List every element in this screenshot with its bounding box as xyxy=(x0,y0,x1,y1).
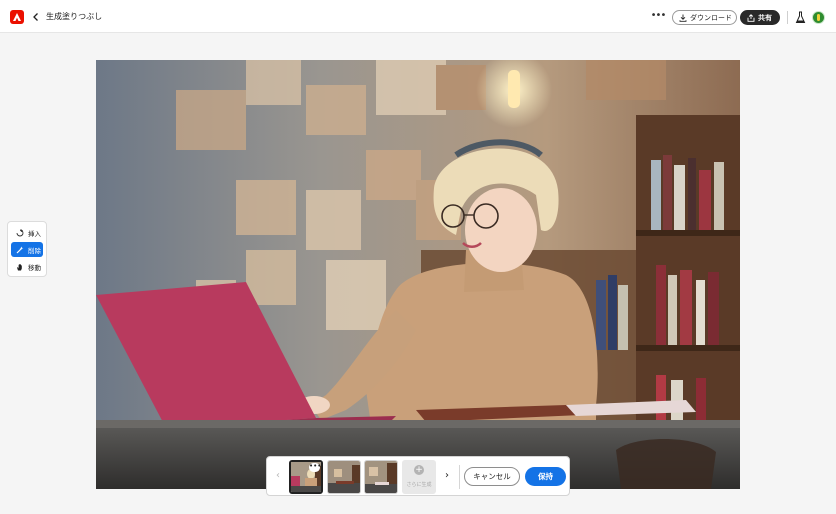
variation-thumbnail-3[interactable] xyxy=(364,460,398,494)
download-button[interactable]: ダウンロード xyxy=(672,10,737,25)
variation-thumbnail-2[interactable] xyxy=(327,460,361,494)
generation-bar: ‹ ••• + さらに生成 › キャンセル 保持 xyxy=(266,456,570,496)
header-divider xyxy=(787,11,788,24)
thumbnail-more-options[interactable]: ••• xyxy=(309,463,321,472)
share-label: 共有 xyxy=(758,13,772,22)
next-variation-chevron-icon[interactable]: › xyxy=(442,470,452,482)
variation-thumbnail-1[interactable]: ••• xyxy=(289,460,323,494)
user-avatar[interactable] xyxy=(812,11,825,24)
generate-more-label: さらに生成 xyxy=(406,482,432,488)
previous-variation-chevron-icon[interactable]: ‹ xyxy=(273,470,283,482)
download-icon xyxy=(679,14,687,22)
tool-remove[interactable]: 削除 xyxy=(11,242,43,257)
tool-move-label: 移動 xyxy=(28,263,41,272)
tool-insert[interactable]: 挿入 xyxy=(11,225,43,240)
page-title: 生成塗りつぶし xyxy=(46,12,103,21)
photo-canvas[interactable] xyxy=(96,60,740,489)
adobe-logo-icon[interactable] xyxy=(10,10,24,24)
tool-panel: 挿入 削除 移動 xyxy=(7,221,47,277)
top-bar: 生成塗りつぶし ••• ダウンロード 共有 xyxy=(0,0,836,33)
tool-remove-label: 削除 xyxy=(28,246,41,255)
more-options-button[interactable]: ••• xyxy=(650,10,667,24)
download-label: ダウンロード xyxy=(690,13,732,22)
keep-button[interactable]: 保持 xyxy=(525,467,566,486)
back-chevron-icon[interactable] xyxy=(30,10,42,24)
hand-icon xyxy=(17,263,22,270)
cancel-button[interactable]: キャンセル xyxy=(464,467,520,486)
remove-icon xyxy=(16,246,24,253)
share-button[interactable]: 共有 xyxy=(740,10,780,25)
tool-insert-label: 挿入 xyxy=(28,229,41,238)
insert-icon xyxy=(16,229,24,236)
tool-move[interactable]: 移動 xyxy=(11,259,43,274)
plus-circle-icon: + xyxy=(414,465,424,475)
share-icon xyxy=(747,13,755,22)
generate-more-button[interactable]: + さらに生成 xyxy=(402,460,436,494)
labs-flask-icon[interactable] xyxy=(795,11,806,24)
generation-bar-divider xyxy=(459,465,460,489)
